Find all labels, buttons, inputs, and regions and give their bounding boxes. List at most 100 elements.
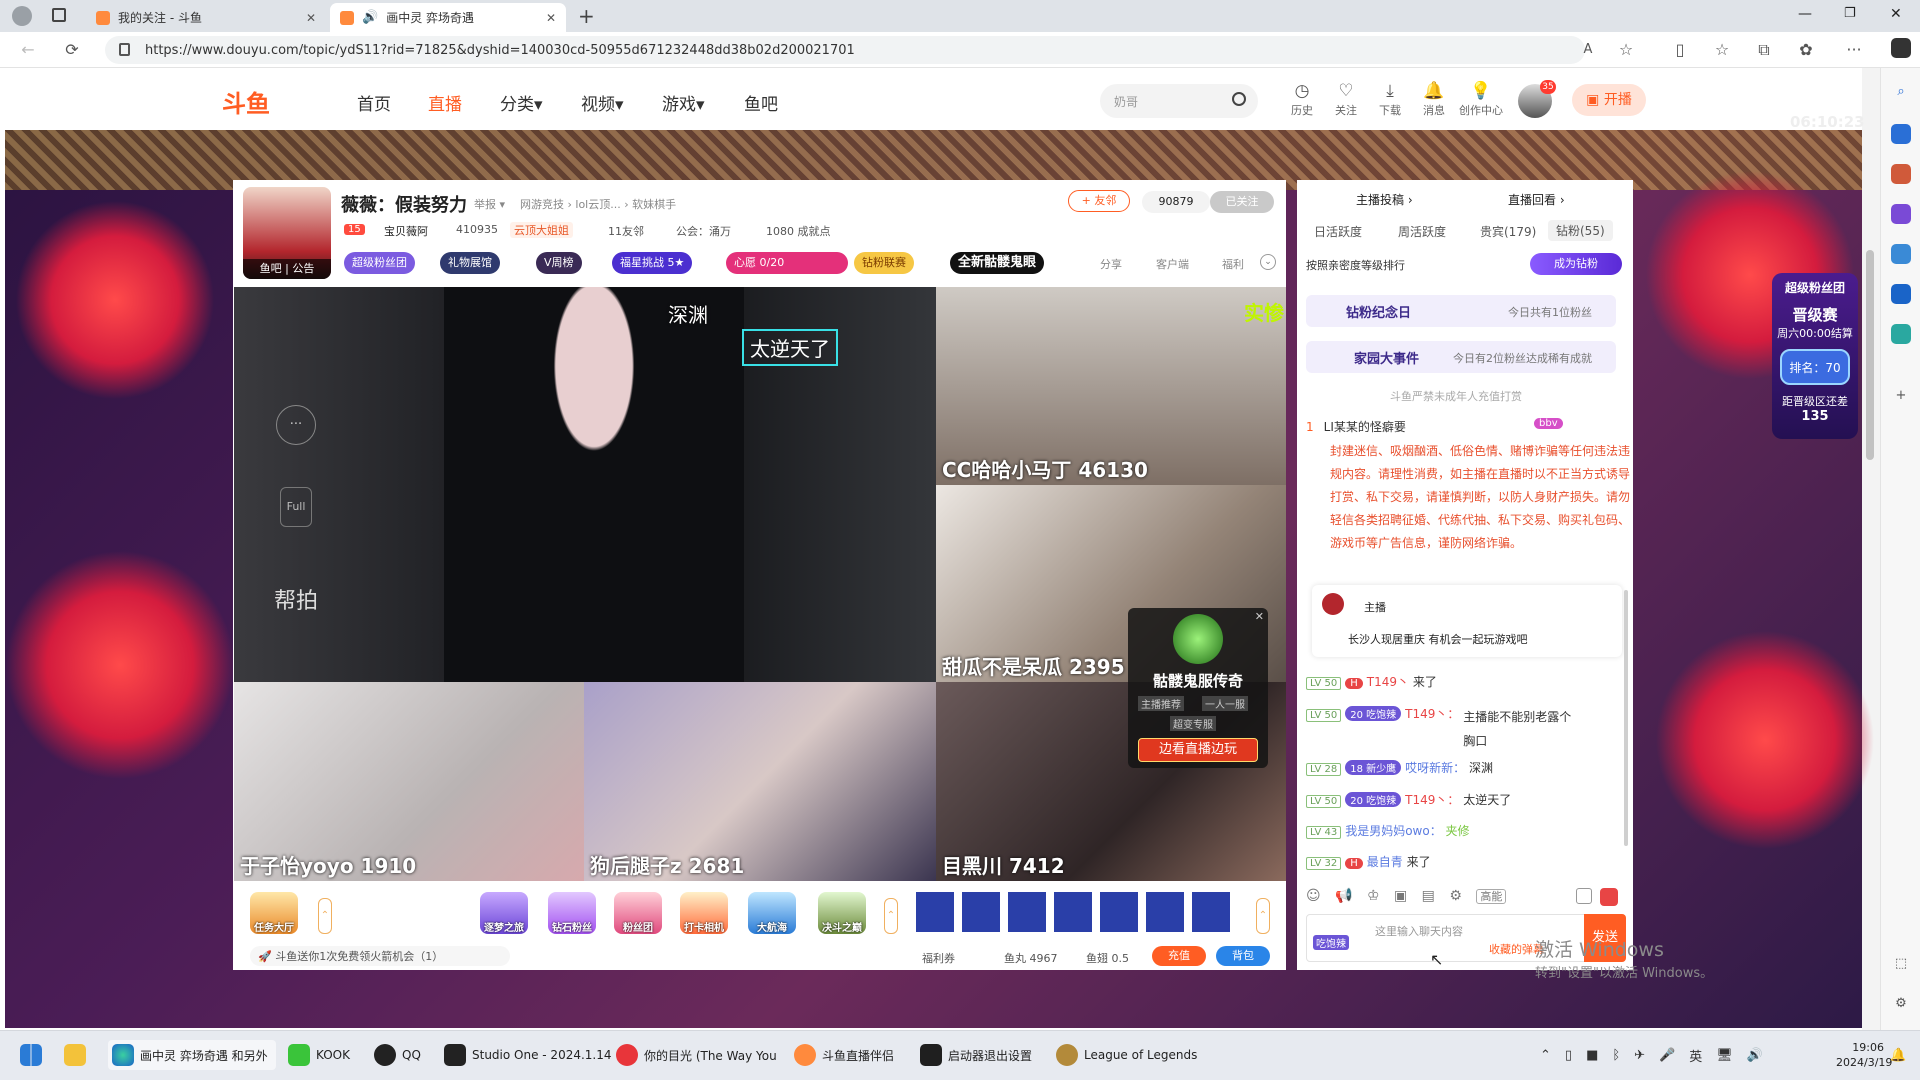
- achievement-points[interactable]: 1080 成就点: [766, 223, 831, 239]
- collections-icon[interactable]: ⧉: [1754, 40, 1774, 60]
- expand-gifts-icon[interactable]: ⌃: [884, 898, 898, 934]
- gift-item[interactable]: 钻石粉丝: [548, 892, 596, 934]
- taskbar-edge[interactable]: 画中灵 弈场奇遇 和另外: [108, 1040, 276, 1070]
- backpack-button[interactable]: 背包: [1216, 946, 1270, 966]
- guild-link[interactable]: 公会：涌万: [676, 223, 731, 239]
- copilot-icon[interactable]: [1891, 244, 1911, 264]
- tab-vip[interactable]: 贵宾(179): [1480, 223, 1536, 240]
- chat-message[interactable]: LV 28 18 新少鹰 哎呀新新： 深渊: [1306, 759, 1493, 776]
- add-sidebar-icon[interactable]: +: [1891, 386, 1911, 406]
- tag-icon[interactable]: [1891, 124, 1911, 144]
- taskbar-launcher-settings[interactable]: 启动器退出设置: [920, 1040, 1032, 1070]
- ime-indicator[interactable]: 英: [1689, 1046, 1702, 1065]
- avatar-footer[interactable]: 鱼吧 | 公告: [243, 259, 331, 279]
- more-menu-icon[interactable]: ···: [1844, 40, 1864, 60]
- screenshot-icon[interactable]: ⬚: [1891, 954, 1911, 974]
- welfare-button[interactable]: 福利: [1222, 256, 1244, 272]
- nav-category[interactable]: 分类▾: [500, 90, 543, 115]
- lucky-challenge-pill[interactable]: 福星挑战 5★: [612, 252, 693, 274]
- tab-actions-icon[interactable]: [52, 8, 66, 22]
- split-screen-icon[interactable]: ▯: [1670, 40, 1690, 60]
- search-icon[interactable]: [1232, 92, 1246, 106]
- category-breadcrumb[interactable]: 网游竞技 › lol云顶... › 软妹棋手: [520, 196, 676, 212]
- nav-fishbar[interactable]: 鱼吧: [744, 90, 778, 115]
- mic-icon[interactable]: 🎤: [1659, 1048, 1675, 1063]
- chat-message[interactable]: LV 32 H 最自青 来了: [1306, 853, 1431, 870]
- page-scrollbar-thumb[interactable]: [1866, 250, 1874, 460]
- start-stream-button[interactable]: ▣ 开播: [1572, 84, 1646, 116]
- feishu-icon[interactable]: ✈: [1634, 1048, 1645, 1063]
- close-icon[interactable]: ✕: [1255, 610, 1264, 623]
- extensions-icon[interactable]: ✿: [1796, 40, 1816, 60]
- tray-chevron-icon[interactable]: ⌃: [1540, 1048, 1551, 1063]
- tab-weekly-active[interactable]: 周活跃度: [1398, 223, 1446, 240]
- file-explorer-app[interactable]: [64, 1040, 86, 1070]
- nav-live[interactable]: 直播: [428, 90, 462, 115]
- crown-icon[interactable]: ♔: [1367, 888, 1380, 904]
- filter-icon[interactable]: [1576, 888, 1592, 904]
- close-window-button[interactable]: ✕: [1890, 6, 1902, 22]
- expand-backpack-icon[interactable]: ⌃: [1256, 898, 1270, 934]
- gift-item[interactable]: 大航海: [748, 892, 796, 934]
- client-button[interactable]: 客户端: [1156, 256, 1189, 272]
- video-tile-3[interactable]: 于子怡yoyo 1910: [234, 682, 584, 881]
- friends-count[interactable]: 11友邻: [608, 223, 644, 239]
- video-player[interactable]: 深渊 太逆天了 帮拍 ··· Full 实惨 CC哈哈小马丁 46130 甜瓜不…: [234, 287, 1286, 881]
- red-packet-icon[interactable]: [1600, 888, 1618, 906]
- minimize-button[interactable]: —: [1798, 6, 1812, 22]
- gift-item[interactable]: 逐梦之旅: [480, 892, 528, 934]
- chat-message[interactable]: LV 50 20 吃饱辣 T149丶： 太逆天了: [1306, 791, 1511, 808]
- horn-icon[interactable]: 📢: [1335, 888, 1352, 904]
- taskbar-qq[interactable]: QQ: [374, 1040, 421, 1070]
- outlook-icon[interactable]: [1891, 284, 1911, 304]
- video-tile-1[interactable]: 实惨 CC哈哈小马丁 46130: [936, 287, 1286, 485]
- send-icon[interactable]: [1891, 324, 1911, 344]
- favorite-star-icon[interactable]: ☆: [1616, 40, 1636, 60]
- settings-gear-icon[interactable]: ⚙: [1891, 994, 1911, 1014]
- games-icon[interactable]: [1891, 204, 1911, 224]
- close-tab-icon[interactable]: ✕: [546, 11, 556, 25]
- expand-chevron-icon[interactable]: ⌄: [1260, 254, 1276, 270]
- fullscreen-button[interactable]: Full: [280, 487, 312, 527]
- diamond-anniversary-banner[interactable]: 钻粉纪念日 今日共有1位粉丝: [1306, 295, 1616, 327]
- settings-icon[interactable]: ⚙: [1449, 888, 1462, 904]
- streamer-nickname[interactable]: 宝贝薇阿: [384, 223, 428, 239]
- nvidia-icon[interactable]: ■: [1586, 1048, 1598, 1063]
- expand-gifts-left-icon[interactable]: ⌃: [318, 898, 332, 934]
- chat-message[interactable]: LV 50 20 吃饱辣 T149丶： 主播能不能别老露个胸口: [1306, 705, 1573, 753]
- gift-icon[interactable]: ▤: [1422, 888, 1435, 904]
- taskbar-studio-one[interactable]: Studio One - 2024.1.14: [444, 1040, 612, 1070]
- recharge-button[interactable]: 充值: [1152, 946, 1206, 966]
- share-button[interactable]: 分享: [1100, 256, 1122, 272]
- search-icon[interactable]: ⌕: [1891, 82, 1911, 102]
- read-aloud-icon[interactable]: A: [1578, 40, 1598, 60]
- download-button[interactable]: ⤓ 下载: [1370, 80, 1410, 118]
- emoji-icon[interactable]: ☺: [1306, 888, 1321, 904]
- wish-pill[interactable]: 心愿 0/20: [726, 252, 848, 274]
- douyu-logo[interactable]: 斗鱼: [222, 84, 300, 118]
- replay-link[interactable]: 直播回看 ›: [1508, 191, 1565, 208]
- v-weekly-pill[interactable]: V周榜: [536, 252, 582, 274]
- bluetooth-icon[interactable]: ᛒ: [1612, 1048, 1620, 1063]
- follow-button[interactable]: ♡ 关注: [1326, 80, 1366, 118]
- tab-current-stream[interactable]: 🔊 画中灵 弈场奇遇 ✕: [330, 3, 566, 32]
- video-tile-main[interactable]: 深渊 太逆天了 帮拍 ··· Full: [234, 287, 936, 682]
- backpack-items[interactable]: [916, 892, 1236, 932]
- favorites-icon[interactable]: ☆: [1712, 40, 1732, 60]
- report-link[interactable]: 举报 ▾: [474, 196, 505, 212]
- start-button[interactable]: [20, 1040, 42, 1070]
- lock-icon[interactable]: [119, 43, 130, 56]
- notification-icon[interactable]: 🔔: [1890, 1048, 1906, 1063]
- restore-button[interactable]: ❐: [1844, 6, 1856, 21]
- creator-center-button[interactable]: 💡 创作中心: [1458, 80, 1504, 118]
- chat-scrollbar[interactable]: [1624, 590, 1628, 846]
- video-tile-4[interactable]: 狗后腿子z 2681: [584, 682, 936, 881]
- gift-item[interactable]: 打卡相机: [680, 892, 728, 934]
- profile-icon[interactable]: [12, 6, 32, 26]
- url-field[interactable]: https://www.douyu.com/topic/ydS11?rid=71…: [105, 36, 1585, 64]
- followed-button[interactable]: 已关注: [1210, 191, 1274, 213]
- taskbar-douyu-companion[interactable]: 斗鱼直播伴侣: [794, 1040, 894, 1070]
- tab-daily-active[interactable]: 日活跃度: [1314, 223, 1362, 240]
- game-ad-popup[interactable]: ✕ 骷髅鬼服传奇 主播推荐 一人一服 超变专服 边看直播边玩: [1128, 608, 1268, 768]
- tab-diamond-fans[interactable]: 钻粉(55): [1548, 220, 1613, 241]
